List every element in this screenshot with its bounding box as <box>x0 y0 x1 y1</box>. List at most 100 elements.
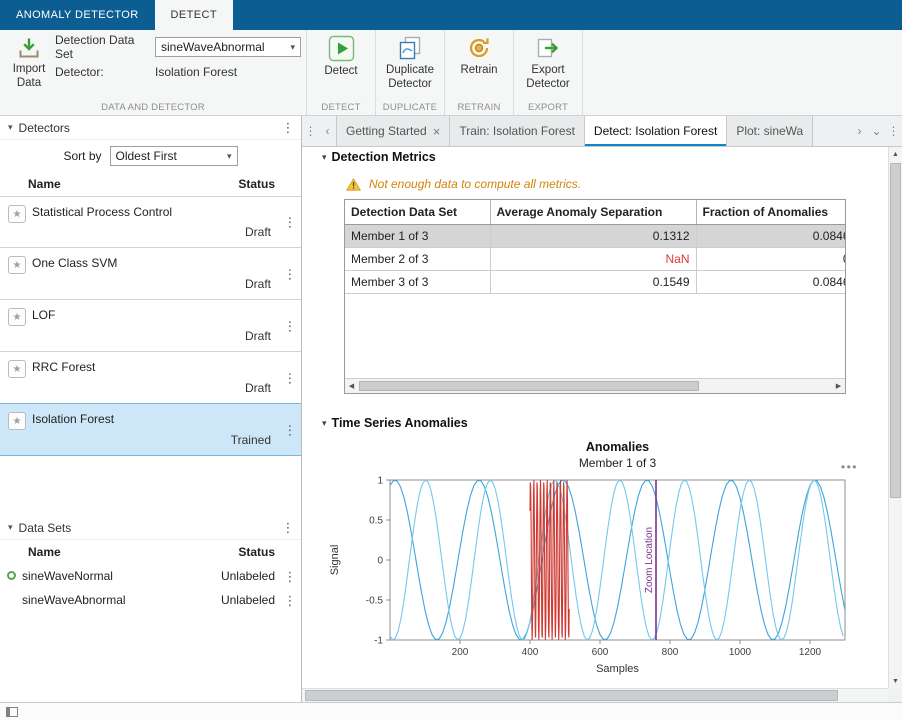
scroll-tabs-left-icon[interactable]: ‹ <box>319 116 336 146</box>
detector-item-menu-icon[interactable]: ⋮ <box>283 423 297 436</box>
metrics-table-widget: Detection Data SetAverage Anomaly Separa… <box>344 199 846 394</box>
favorite-star-icon: ★ <box>8 256 26 274</box>
hscroll-thumb[interactable] <box>359 381 699 391</box>
hscroll-thumb[interactable] <box>305 690 838 701</box>
dataset-item-menu-icon[interactable]: ⋮ <box>283 594 297 607</box>
dataset-list-item[interactable]: sineWaveAbnormal Unlabeled ⋮ <box>0 588 301 612</box>
dataset-list: sineWaveNormal Unlabeled ⋮ sineWaveAbnor… <box>0 564 301 612</box>
scroll-tabs-right-icon[interactable]: › <box>851 116 868 146</box>
detector-status: Trained <box>231 433 271 447</box>
retrain-button[interactable]: Retrain <box>454 35 504 77</box>
detector-list-item[interactable]: ★ RRC Forest Draft ⋮ <box>0 352 301 404</box>
detector-status: Draft <box>245 277 271 291</box>
scroll-right-arrow-icon[interactable]: ▶ <box>832 379 845 393</box>
import-data-button[interactable]: Import Data <box>5 33 53 91</box>
toolstrip-ribbon: Import Data Detection Data Set sineWaveA… <box>0 30 902 116</box>
panel-toggle-icon[interactable] <box>6 707 18 717</box>
favorite-star-icon: ★ <box>8 205 26 223</box>
svg-text:1: 1 <box>377 476 383 487</box>
detector-item-menu-icon[interactable]: ⋮ <box>283 267 297 280</box>
favorite-star-icon: ★ <box>8 360 26 378</box>
toolstrip-tab-anomaly-detector[interactable]: ANOMALY DETECTOR <box>0 0 155 30</box>
section-label-retrain: RETRAIN <box>445 102 513 113</box>
metrics-table-hscrollbar[interactable]: ◀ ▶ <box>345 378 845 393</box>
detection-data-set-combobox[interactable]: sineWaveAbnormal ▾ <box>155 37 301 57</box>
tabbar-menu-icon[interactable]: ⋮ <box>885 116 902 146</box>
import-data-icon <box>17 36 41 60</box>
datasets-list-header: Name Status <box>0 540 301 564</box>
metrics-column-header[interactable]: Fraction of Anomalies <box>696 200 845 225</box>
detector-item-menu-icon[interactable]: ⋮ <box>283 371 297 384</box>
detect-button[interactable]: Detect <box>316 35 366 78</box>
datasets-panel-title: Data Sets <box>19 521 281 535</box>
column-header-name: Name <box>28 545 61 559</box>
document-tab-label: Getting Started <box>346 124 427 138</box>
metrics-cell: Member 3 of 3 <box>345 271 490 294</box>
metrics-table-row[interactable]: Member 2 of 3NaN0 <box>345 248 845 271</box>
time-series-anomalies-section-header[interactable]: ▾ Time Series Anomalies <box>322 416 888 430</box>
detection-metrics-section-header[interactable]: ▾ Detection Metrics <box>322 150 888 164</box>
detector-list-item[interactable]: ★ One Class SVM Draft ⋮ <box>0 248 301 300</box>
dataset-list-item[interactable]: sineWaveNormal Unlabeled ⋮ <box>0 564 301 588</box>
detectors-panel-header[interactable]: ▾ Detectors ⋮ <box>0 116 301 140</box>
toolstrip-tab-detect[interactable]: DETECT <box>155 0 233 30</box>
data-detector-fields: Detection Data Set sineWaveAbnormal ▾ De… <box>55 33 301 91</box>
metrics-table-row[interactable]: Member 3 of 30.15490.0846 <box>345 271 845 294</box>
document-tab[interactable]: Getting Started × <box>336 116 450 146</box>
detection-metrics-title: Detection Metrics <box>332 150 436 164</box>
datasets-panel-menu-icon[interactable]: ⋮ <box>281 521 295 534</box>
collapse-arrow-icon: ▾ <box>322 152 327 163</box>
metrics-table-row[interactable]: Member 1 of 30.13120.0846 <box>345 225 845 248</box>
dataset-item-menu-icon[interactable]: ⋮ <box>283 570 297 583</box>
detectors-panel-menu-icon[interactable]: ⋮ <box>281 121 295 134</box>
main-horizontal-scrollbar[interactable] <box>302 688 888 702</box>
sort-by-dropdown[interactable]: Oldest First ▾ <box>110 146 238 166</box>
vscroll-thumb[interactable] <box>890 163 901 498</box>
tabbar-grip-icon: ⋮ <box>302 116 319 146</box>
metrics-column-header[interactable]: Average Anomaly Separation <box>490 200 696 225</box>
document-tab[interactable]: Plot: sineWa <box>727 116 813 146</box>
anomalies-plot-axes[interactable]: 20040060080010001200-1-0.500.51Zoom Loca… <box>322 470 870 678</box>
document-tab[interactable]: Train: Isolation Forest <box>450 116 585 146</box>
close-icon[interactable]: × <box>433 124 441 139</box>
detector-status: Draft <box>245 381 271 395</box>
chart-options-button[interactable]: ••• <box>841 460 858 474</box>
metrics-cell: 0.0846 <box>696 225 845 248</box>
svg-text:0.5: 0.5 <box>369 516 383 527</box>
scroll-down-arrow-icon[interactable]: ▼ <box>889 674 902 688</box>
svg-text:1000: 1000 <box>729 647 752 658</box>
main-vertical-scrollbar[interactable]: ▲ ▼ <box>888 147 902 688</box>
section-label-duplicate: DUPLICATE <box>376 102 444 113</box>
tab-overflow-icon[interactable]: ⌄ <box>868 116 885 146</box>
detector-list-item[interactable]: ★ LOF Draft ⋮ <box>0 300 301 352</box>
detect-play-icon <box>328 35 355 62</box>
toolstrip-tabbar: ANOMALY DETECTOR DETECT <box>0 0 902 30</box>
detection-data-set-label: Detection Data Set <box>55 33 155 61</box>
dataset-name: sineWaveAbnormal <box>22 593 126 607</box>
warning-icon <box>346 178 361 191</box>
chevron-down-icon: ▾ <box>227 151 232 162</box>
document-area: ⋮ ‹ Getting Started × Train: Isolation F… <box>302 116 902 702</box>
datasets-panel-header[interactable]: ▾ Data Sets ⋮ <box>0 516 301 540</box>
export-detector-icon <box>535 35 561 61</box>
svg-text:Samples: Samples <box>596 663 639 675</box>
detector-list-item[interactable]: ★ Statistical Process Control Draft ⋮ <box>0 196 301 248</box>
duplicate-detector-button[interactable]: Duplicate Detector <box>385 35 435 92</box>
detector-name: One Class SVM <box>32 256 117 270</box>
scroll-up-arrow-icon[interactable]: ▲ <box>889 147 902 161</box>
retrain-icon <box>466 35 492 61</box>
detector-item-menu-icon[interactable]: ⋮ <box>283 319 297 332</box>
time-series-anomalies-title: Time Series Anomalies <box>332 416 468 430</box>
detector-item-menu-icon[interactable]: ⋮ <box>283 216 297 229</box>
sort-by-value: Oldest First <box>116 149 177 163</box>
anomaly-detector-app: ANOMALY DETECTOR DETECT Import Data <box>0 0 902 720</box>
left-sidebar: ▾ Detectors ⋮ Sort by Oldest First ▾ Nam… <box>0 116 302 702</box>
export-detector-button[interactable]: Export Detector <box>523 35 573 92</box>
detector-list-item[interactable]: ★ Isolation Forest Trained ⋮ <box>0 404 301 456</box>
detector-name: Isolation Forest <box>32 412 114 426</box>
scroll-left-arrow-icon[interactable]: ◀ <box>345 379 358 393</box>
svg-text:1200: 1200 <box>799 647 822 658</box>
svg-text:200: 200 <box>452 647 469 658</box>
document-tab[interactable]: Detect: Isolation Forest <box>585 116 727 146</box>
metrics-column-header[interactable]: Detection Data Set <box>345 200 490 225</box>
